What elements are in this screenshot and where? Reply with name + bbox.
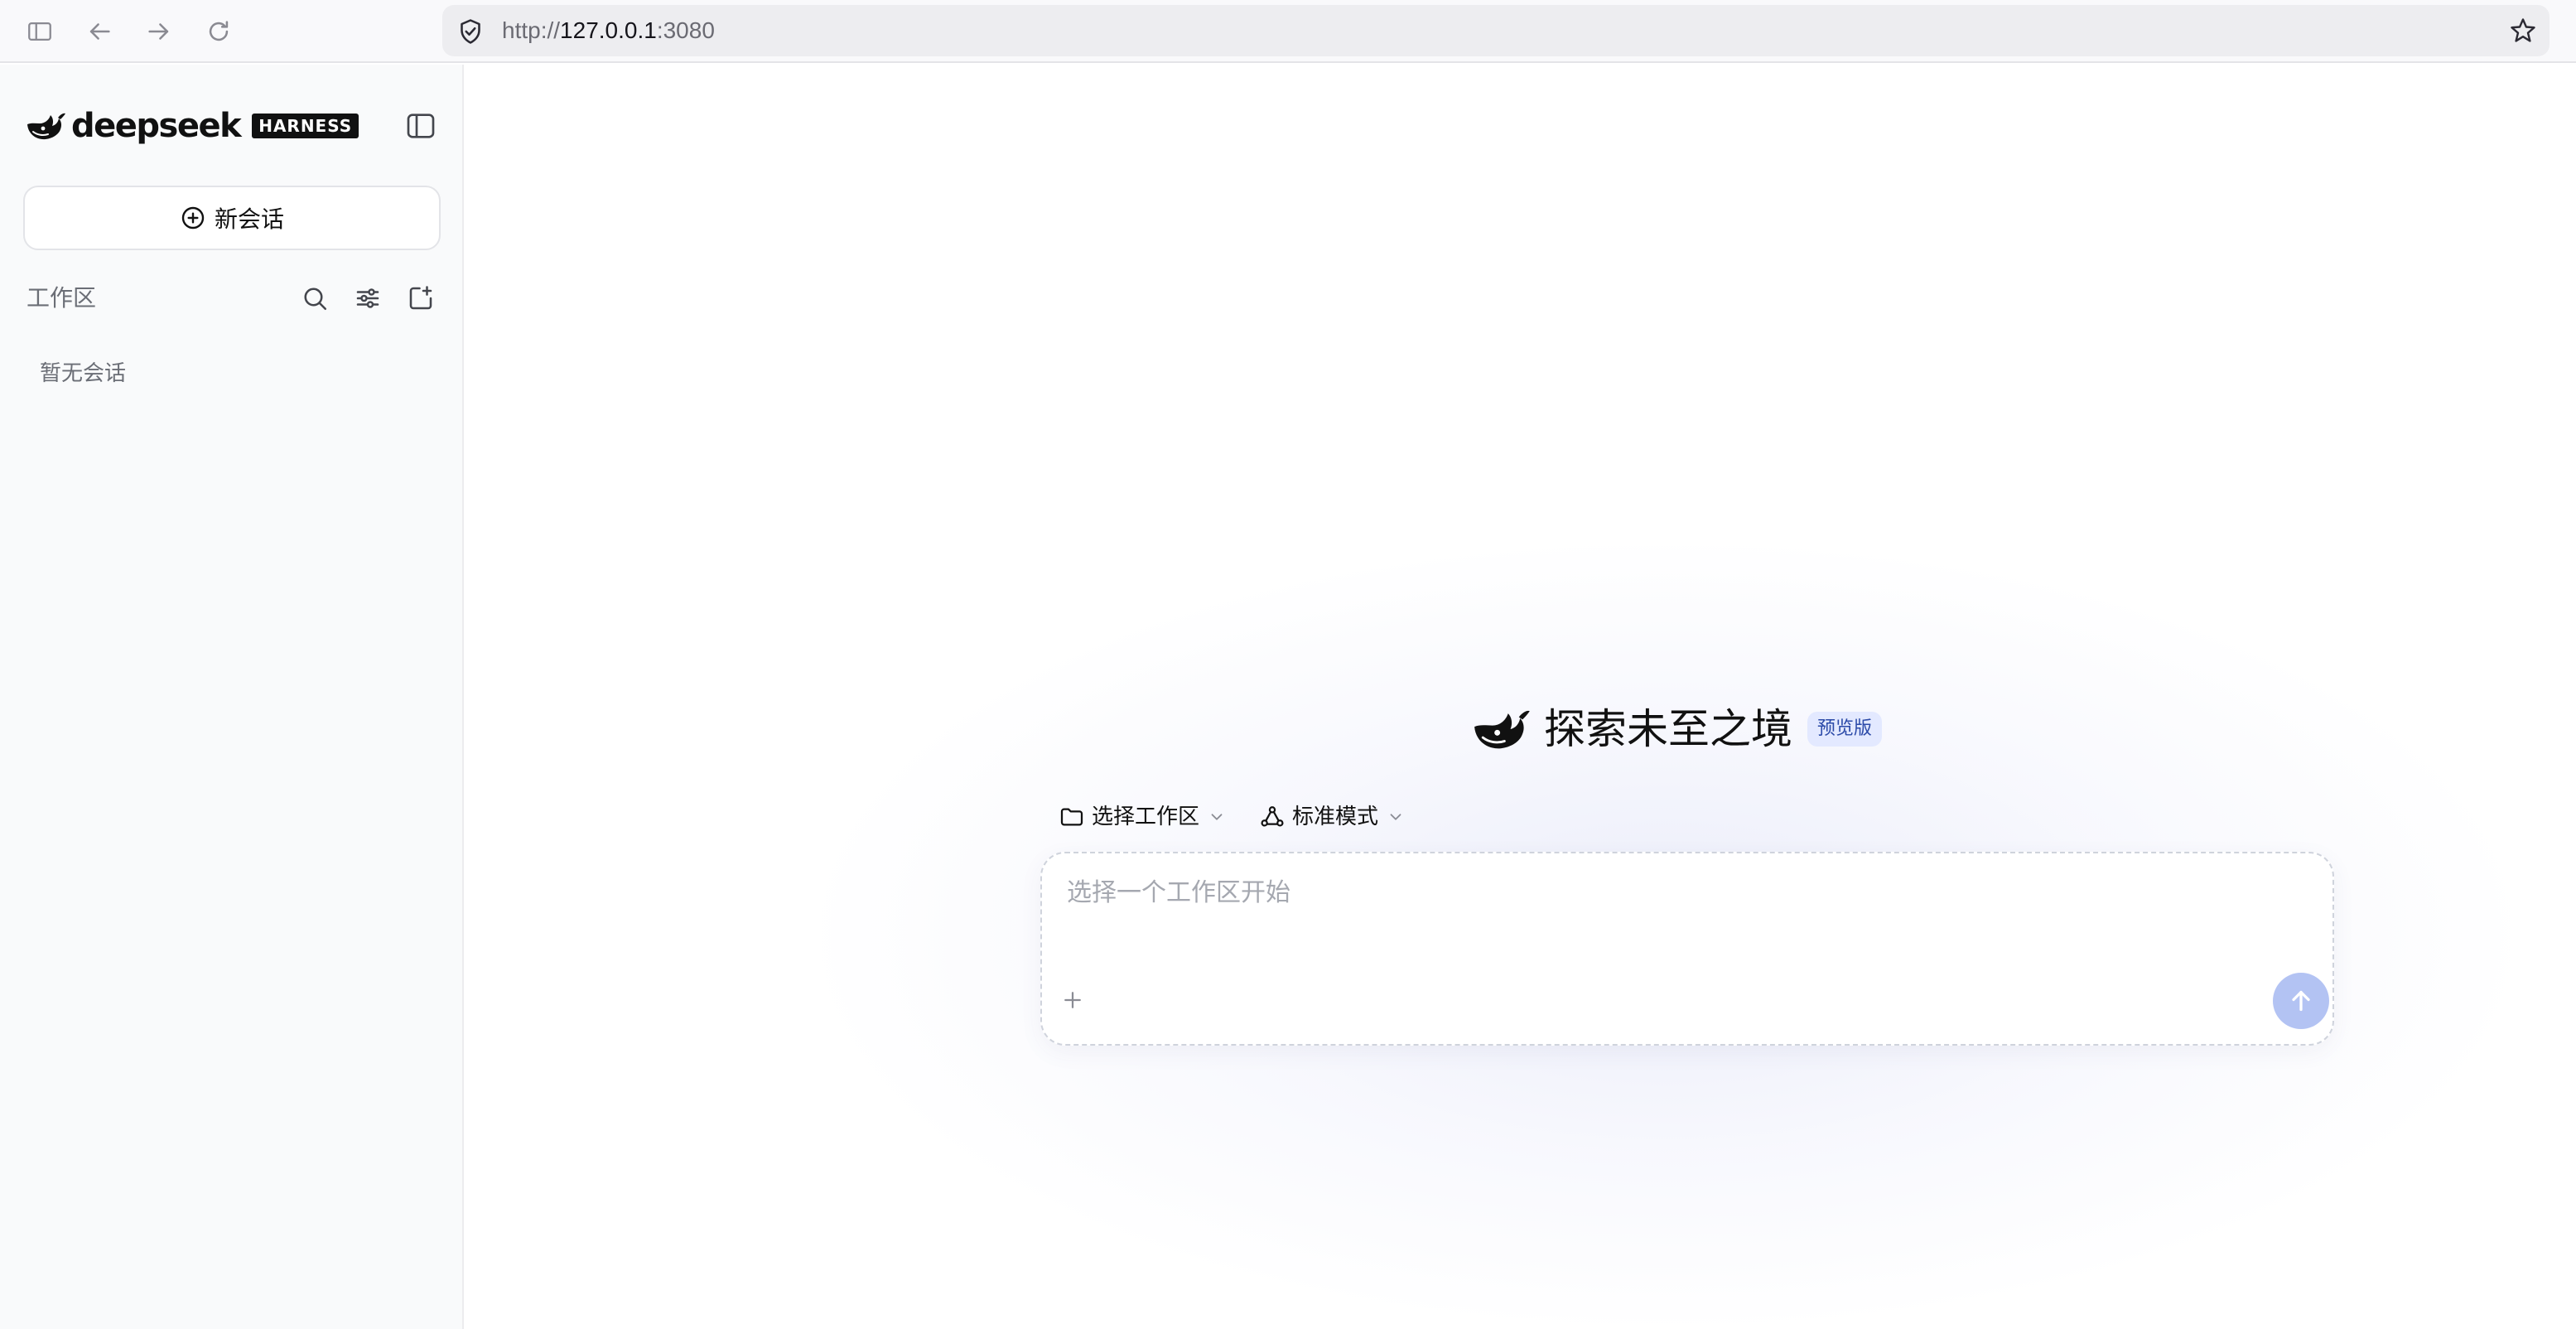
mode-nodes-icon — [1261, 806, 1284, 827]
reload-button[interactable] — [200, 13, 237, 50]
message-composer — [1040, 852, 2334, 1046]
message-input[interactable] — [1067, 872, 2293, 913]
new-folder-icon[interactable] — [406, 283, 436, 313]
empty-conversations-text: 暂无会话 — [40, 361, 127, 386]
whale-logo-icon — [27, 113, 65, 140]
mode-selector[interactable]: 标准模式 — [1259, 799, 1405, 835]
bookmark-star-icon[interactable] — [2508, 16, 2538, 46]
workspace-selector-label: 选择工作区 — [1092, 805, 1200, 829]
address-bar[interactable]: http://127.0.0.1:3080 — [442, 5, 2549, 56]
whale-logo-icon — [1474, 710, 1530, 749]
send-button[interactable] — [2273, 973, 2329, 1029]
url-host: 127.0.0.1 — [560, 17, 657, 43]
harness-badge: HARNESS — [252, 114, 359, 138]
url-scheme: http:// — [502, 17, 561, 43]
plus-circle-icon — [181, 206, 205, 230]
workspace-selector[interactable]: 选择工作区 — [1059, 799, 1226, 835]
hero-heading: 探索未至之境 预览版 — [1469, 696, 1883, 762]
workspace-title: 工作区 — [27, 284, 97, 312]
folder-icon — [1060, 808, 1083, 826]
browser-toolbar: http://127.0.0.1:3080 — [0, 0, 2576, 63]
shield-icon[interactable] — [456, 17, 485, 46]
brand-logo[interactable]: deepseek HARNESS — [25, 108, 359, 144]
filter-sliders-icon[interactable] — [353, 283, 383, 313]
preview-badge: 预览版 — [1807, 712, 1883, 747]
back-arrow-icon — [89, 23, 110, 40]
sidebar-toggle-icon[interactable] — [404, 109, 437, 143]
back-button[interactable] — [81, 13, 118, 50]
plus-icon — [1064, 992, 1081, 1008]
brand-wordmark: deepseek — [71, 107, 242, 145]
chevron-down-icon — [1390, 814, 1401, 820]
forward-arrow-icon — [148, 23, 169, 40]
arrow-up-icon — [2292, 990, 2310, 1012]
forward-button[interactable] — [141, 13, 177, 50]
browser-sidebar-button[interactable] — [22, 13, 58, 50]
mode-selector-label: 标准模式 — [1292, 805, 1379, 829]
new-chat-label: 新会话 — [214, 205, 284, 233]
search-icon[interactable] — [300, 283, 330, 313]
url-port: :3080 — [656, 17, 715, 43]
new-chat-button[interactable]: 新会话 — [23, 186, 441, 250]
main-content: 探索未至之境 预览版 选择工作区 标准模式 — [466, 65, 2576, 1329]
hero-title: 探索未至之境 — [1544, 705, 1792, 753]
url-text[interactable]: http://127.0.0.1:3080 — [502, 17, 715, 45]
sidebar: deepseek HARNESS 新会话 工作区 暂无会话 — [0, 65, 464, 1329]
workspace-header: 工作区 — [27, 282, 441, 315]
attach-button[interactable] — [1060, 981, 1085, 1019]
reload-icon — [209, 21, 229, 41]
sidebar-icon — [28, 22, 51, 41]
chevron-down-icon — [1211, 814, 1223, 820]
